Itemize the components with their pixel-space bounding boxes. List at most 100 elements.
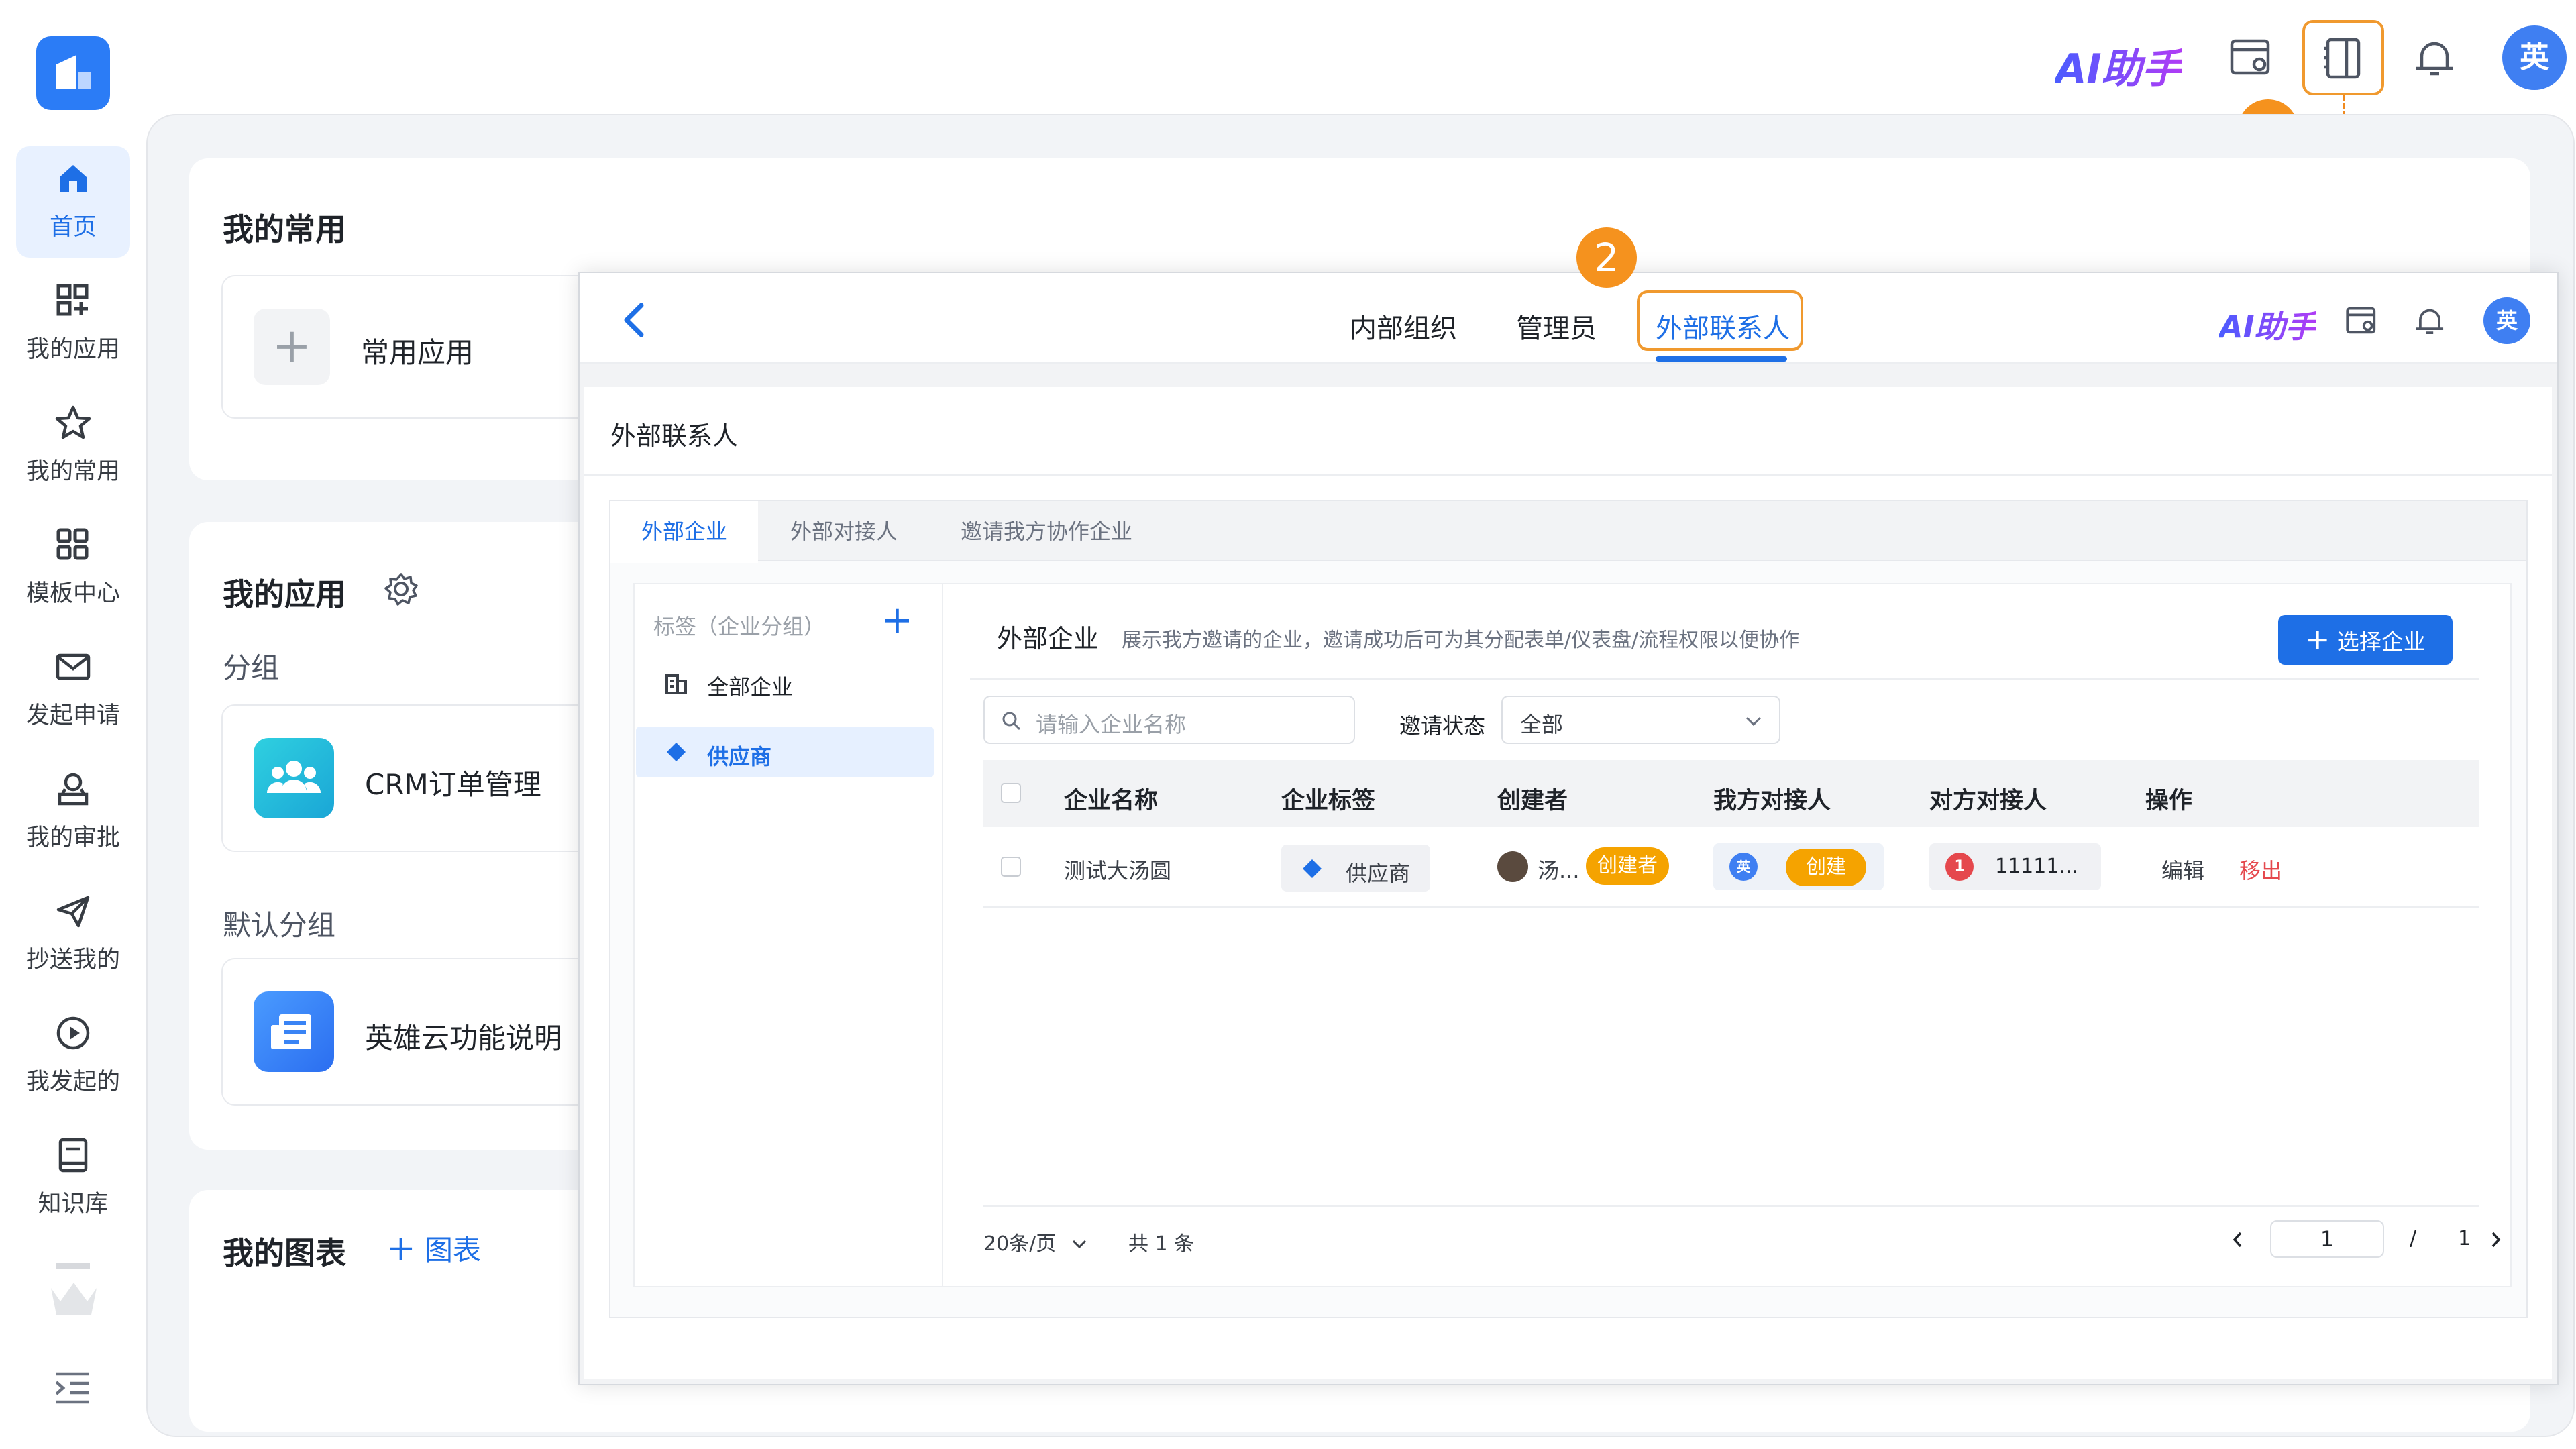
favorite-app-card[interactable]: + 常用应用 bbox=[221, 275, 597, 419]
add-icon: + bbox=[254, 309, 330, 385]
next-page-icon[interactable] bbox=[2487, 1230, 2504, 1250]
subtab-external-contacts[interactable]: 外部对接人 bbox=[759, 501, 928, 561]
nav-label-my-apps: 我的应用 bbox=[25, 336, 120, 363]
select-company-button[interactable]: + 选择企业 bbox=[2278, 615, 2453, 665]
nav-item-submit[interactable]: 发起申请 bbox=[16, 635, 130, 746]
nav-item-knowledge[interactable]: 知识库 bbox=[16, 1123, 130, 1234]
remove-link[interactable]: 移出 bbox=[2239, 854, 2282, 885]
tag-diamond-icon bbox=[1303, 859, 1322, 878]
approval-icon bbox=[58, 773, 89, 806]
ai-assistant-button[interactable]: AI助手 bbox=[2055, 36, 2182, 95]
gear-icon[interactable] bbox=[384, 572, 419, 606]
subtab-external-companies[interactable]: 外部企业 bbox=[610, 501, 759, 563]
contacts-page-title: 外部联系人 bbox=[610, 421, 739, 451]
left-nav: 首页 我的应用 我的常用 模板中心 发起申请 我的审批 抄送我的 我发起的 知识… bbox=[0, 0, 141, 1449]
add-chart-label: 图表 bbox=[424, 1234, 481, 1267]
app-settings-icon-overlay[interactable] bbox=[2344, 304, 2379, 339]
collapse-menu-icon[interactable] bbox=[54, 1368, 91, 1406]
invite-status-value: 全部 bbox=[1520, 712, 1564, 737]
page-separator: / bbox=[2410, 1227, 2417, 1250]
nav-item-my-apps[interactable]: 我的应用 bbox=[16, 268, 130, 380]
page-number-input[interactable]: 1 bbox=[2270, 1220, 2384, 1258]
nav-label-home: 首页 bbox=[49, 214, 97, 241]
contacts-content: 外部联系人 外部企业 外部对接人 邀请我方协作企业 标签（企业分组） + 全部企… bbox=[584, 387, 2552, 1379]
back-arrow-icon[interactable] bbox=[619, 301, 651, 339]
nav-item-home[interactable]: 首页 bbox=[16, 146, 130, 258]
default-group-label: 默认分组 bbox=[223, 909, 336, 942]
company-search-input[interactable]: 请输入企业名称 bbox=[983, 696, 1355, 744]
tag-header: 标签（企业分组） bbox=[653, 614, 826, 639]
home-icon bbox=[60, 165, 87, 192]
app-card-crm[interactable]: CRM订单管理 bbox=[221, 704, 597, 852]
title-divider bbox=[584, 474, 2552, 476]
tag-label-all: 全部企业 bbox=[707, 674, 794, 700]
tab-admins[interactable]: 管理员 bbox=[1516, 307, 1597, 345]
building-icon bbox=[665, 674, 687, 694]
contacts-topbar: 内部组织 管理员 外部联系人 AI助手 英 bbox=[580, 273, 2557, 364]
app-label-hero-cloud: 英雄云功能说明 bbox=[365, 1022, 563, 1055]
ai-assistant-button-overlay[interactable]: AI助手 bbox=[2219, 303, 2316, 347]
tag-label-supplier: 供应商 bbox=[707, 744, 772, 769]
their-contact-avatar: 1 bbox=[1945, 853, 1974, 881]
col-actions[interactable]: 操作 bbox=[2145, 782, 2192, 816]
nav-item-approvals[interactable]: 我的审批 bbox=[16, 757, 130, 868]
user-avatar-overlay[interactable]: 英 bbox=[2483, 297, 2530, 344]
contacts-book-icon[interactable] bbox=[2320, 35, 2367, 82]
tag-sidebar: 标签（企业分组） + 全部企业 供应商 bbox=[635, 584, 943, 1286]
my-apps-title: 我的应用 bbox=[223, 576, 346, 612]
send-icon bbox=[56, 896, 90, 928]
our-contact-badge: 创建 bbox=[1786, 849, 1866, 886]
select-all-checkbox[interactable] bbox=[1001, 783, 1021, 803]
nav-label-initiated: 我发起的 bbox=[25, 1069, 120, 1095]
nav-item-templates[interactable]: 模板中心 bbox=[16, 513, 130, 624]
bell-icon[interactable] bbox=[2411, 35, 2458, 82]
pager-divider bbox=[983, 1205, 2479, 1207]
add-tag-icon[interactable]: + bbox=[881, 602, 913, 639]
tag-item-all[interactable]: 全部企业 bbox=[636, 658, 939, 709]
plus-icon: + bbox=[386, 1228, 416, 1269]
app-settings-icon[interactable] bbox=[2227, 35, 2274, 82]
col-company-tag[interactable]: 企业标签 bbox=[1281, 782, 1375, 816]
app-logo[interactable] bbox=[36, 36, 110, 110]
nav-item-cc[interactable]: 抄送我的 bbox=[16, 879, 130, 990]
page-size-label: 20条/页 bbox=[983, 1232, 1057, 1256]
user-avatar[interactable]: 英 bbox=[2502, 25, 2567, 90]
nav-item-favorites[interactable]: 我的常用 bbox=[16, 390, 130, 502]
apps-icon bbox=[56, 284, 89, 316]
add-chart-button[interactable]: + 图表 bbox=[386, 1228, 481, 1269]
edit-link[interactable]: 编辑 bbox=[2161, 854, 2204, 885]
invite-status-select[interactable]: 全部 bbox=[1501, 696, 1780, 744]
nav-label-favorites: 我的常用 bbox=[25, 458, 120, 485]
crown-icon[interactable] bbox=[47, 1261, 101, 1328]
crm-app-icon bbox=[254, 738, 334, 818]
app-label-crm: CRM订单管理 bbox=[365, 768, 541, 801]
chevron-down-icon bbox=[1746, 716, 1762, 727]
tag-item-supplier[interactable]: 供应商 bbox=[636, 727, 934, 777]
col-our-contact[interactable]: 我方对接人 bbox=[1713, 782, 1831, 816]
tab-external-contacts[interactable]: 外部联系人 bbox=[1656, 307, 1790, 345]
nav-label-cc: 抄送我的 bbox=[25, 947, 120, 973]
select-company-label: 选择企业 bbox=[2337, 629, 2426, 655]
tab-internal-org[interactable]: 内部组织 bbox=[1350, 307, 1457, 345]
prev-page-icon[interactable] bbox=[2230, 1230, 2246, 1250]
row-checkbox[interactable] bbox=[1001, 857, 1021, 877]
nav-label-knowledge: 知识库 bbox=[38, 1191, 109, 1218]
play-icon bbox=[56, 1016, 90, 1050]
nav-item-initiated[interactable]: 我发起的 bbox=[16, 1001, 130, 1112]
page-size-select[interactable]: 20条/页 bbox=[983, 1227, 1088, 1256]
subtab-invited-by[interactable]: 邀请我方协作企业 bbox=[930, 501, 1163, 561]
book-icon bbox=[58, 1138, 88, 1173]
our-contact-avatar: 英 bbox=[1729, 853, 1758, 881]
col-creator[interactable]: 创建者 bbox=[1497, 782, 1568, 816]
app-card-hero-cloud[interactable]: 英雄云功能说明 bbox=[221, 958, 597, 1106]
their-contact-chip: 1 11111... bbox=[1929, 843, 2101, 890]
col-their-contact[interactable]: 对方对接人 bbox=[1929, 782, 2047, 816]
subtab-panel: 外部企业 外部对接人 邀请我方协作企业 标签（企业分组） + 全部企业 供应商 bbox=[609, 500, 2528, 1318]
row-company-name: 测试大汤圆 bbox=[1064, 858, 1172, 883]
section-divider bbox=[970, 678, 2479, 680]
col-company-name[interactable]: 企业名称 bbox=[1064, 782, 1158, 816]
bell-icon-overlay[interactable] bbox=[2412, 304, 2447, 339]
newspaper-icon bbox=[271, 1014, 311, 1049]
star-icon bbox=[55, 405, 91, 439]
their-contact-name: 11111... bbox=[1995, 855, 2079, 878]
